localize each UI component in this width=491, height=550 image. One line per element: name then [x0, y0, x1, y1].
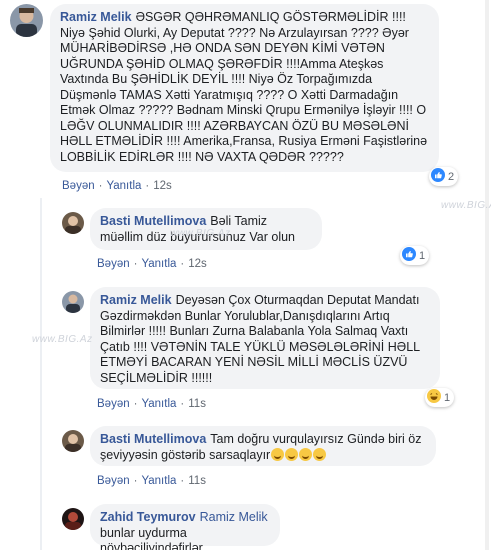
- reaction-badge[interactable]: 2: [429, 167, 459, 186]
- like-icon: [402, 247, 416, 264]
- reaction-badge[interactable]: 1: [400, 246, 430, 265]
- haha-icon: [427, 389, 441, 406]
- watermark: www.BIG.Az: [32, 334, 93, 345]
- like-icon: [431, 168, 445, 185]
- like-button[interactable]: Bəyən: [97, 258, 130, 270]
- reply-button[interactable]: Yanıtla: [141, 258, 176, 270]
- reaction-count: 1: [444, 391, 451, 404]
- comment-bubble-5: Zahid Teymurov Ramiz Melik bunlar uydurma…: [90, 504, 280, 550]
- grin-emoji-icon: [313, 447, 327, 461]
- comment-author[interactable]: Basti Mutellimova: [100, 214, 206, 228]
- comment-text: ƏSGƏR QƏHRƏMANLIQ GÖSTƏRMƏLİDİR !!!! Niy…: [60, 10, 428, 164]
- thread-line: [40, 198, 42, 550]
- timestamp[interactable]: 12s: [153, 180, 172, 192]
- comment-bubble-1: Ramiz Melik ƏSGƏR QƏHRƏMANLIQ GÖSTƏRMƏLİD…: [50, 4, 439, 172]
- watermark: www.BIG.Az: [170, 228, 231, 239]
- reply-button[interactable]: Yanıtla: [106, 180, 141, 192]
- comment-actions: Bəyən · Yanıtla · 11s: [97, 475, 206, 487]
- comment-text: bunlar uydurma növbəçiliyindəfirlər.: [100, 525, 206, 550]
- like-button[interactable]: Bəyən: [62, 180, 95, 192]
- avatar-basti-mutellimova[interactable]: [62, 212, 84, 234]
- comment-actions: Bəyən · Yanıtla · 12s: [97, 258, 207, 270]
- comment-author[interactable]: Ramiz Melik: [60, 10, 132, 24]
- timestamp[interactable]: 11s: [188, 398, 206, 410]
- comment-bubble-4: Basti Mutellimova Tam doğru vurqulayırsız…: [90, 426, 436, 466]
- timestamp[interactable]: 11s: [188, 475, 206, 487]
- mention-link[interactable]: Ramiz Melik: [200, 510, 268, 524]
- timestamp[interactable]: 12s: [188, 258, 207, 270]
- scroll-track[interactable]: [485, 0, 489, 550]
- comment-actions: Bəyən · Yanıtla · 11s: [97, 398, 206, 410]
- reaction-count: 2: [448, 170, 455, 183]
- reaction-count: 1: [419, 249, 426, 262]
- reaction-badge[interactable]: 1: [425, 388, 455, 407]
- like-button[interactable]: Bəyən: [97, 398, 130, 410]
- comment-author[interactable]: Zahid Teymurov: [100, 510, 196, 524]
- watermark: www.BIG.Az: [441, 200, 491, 211]
- reply-button[interactable]: Yanıtla: [141, 475, 176, 487]
- avatar-ramiz-melik[interactable]: [10, 4, 43, 37]
- grin-emoji-icon: [285, 447, 299, 461]
- reply-button[interactable]: Yanıtla: [141, 398, 176, 410]
- avatar-ramiz-melik[interactable]: [62, 291, 84, 313]
- grin-emoji-icon: [271, 447, 285, 461]
- comment-author[interactable]: Basti Mutellimova: [100, 432, 206, 446]
- avatar-zahid-teymurov[interactable]: [62, 508, 84, 530]
- like-button[interactable]: Bəyən: [97, 475, 130, 487]
- comment-author[interactable]: Ramiz Melik: [100, 293, 172, 307]
- comment-bubble-3: Ramiz Melik Deyəsən Çox Oturmaqdan Deputa…: [90, 287, 440, 389]
- avatar-basti-mutellimova[interactable]: [62, 430, 84, 452]
- grin-emoji-icon: [299, 447, 313, 461]
- comment-actions: Bəyən · Yanıtla · 12s: [62, 180, 172, 192]
